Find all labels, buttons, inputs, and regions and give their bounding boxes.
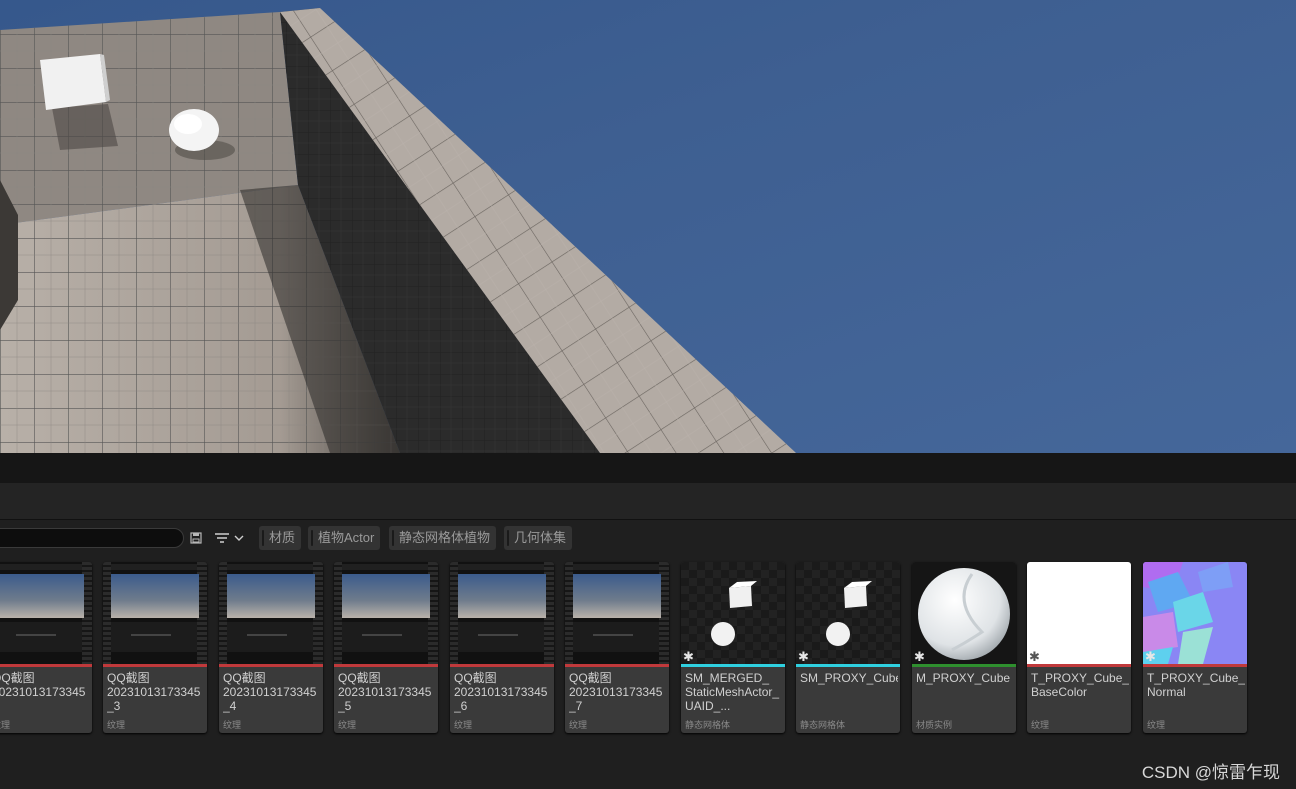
- asset-tile[interactable]: ✱ SM_MERGED_ StaticMeshActor_ UAID_... 静…: [681, 562, 785, 733]
- asset-name: QQ截图 20231013173345 _4: [223, 671, 317, 713]
- asset-thumbnail: [103, 562, 207, 664]
- asset-type-line: [219, 664, 323, 667]
- asset-tile[interactable]: QQ截图 20231013173345 纹理: [0, 562, 92, 733]
- asset-tile[interactable]: QQ截图 20231013173345 _3 纹理: [103, 562, 207, 733]
- asset-type-line: [450, 664, 554, 667]
- asset-tile[interactable]: QQ截图 20231013173345 _7 纹理: [565, 562, 669, 733]
- asset-type: 纹理: [338, 720, 357, 730]
- asset-type: 纹理: [0, 720, 11, 730]
- asset-type-line: [1027, 664, 1131, 667]
- asset-name: QQ截图 20231013173345 _5: [338, 671, 432, 713]
- filter-chip-material[interactable]: 材质: [259, 526, 302, 550]
- asset-type-line: [334, 664, 438, 667]
- asset-thumbnail: [1027, 562, 1131, 664]
- asset-type: 纹理: [569, 720, 588, 730]
- asset-type-line: [1143, 664, 1247, 667]
- asset-type: 材质实例: [916, 720, 953, 730]
- asset-name: QQ截图 20231013173345 _7: [569, 671, 663, 713]
- asset-dirty-icon: ✱: [914, 649, 925, 664]
- asset-name: SM_MERGED_ StaticMeshActor_ UAID_...: [685, 671, 780, 713]
- asset-thumbnail: [450, 562, 554, 664]
- asset-thumbnail: [681, 562, 785, 664]
- asset-name: M_PROXY_Cube: [916, 671, 1011, 685]
- search-box[interactable]: [0, 528, 184, 548]
- asset-type: 纹理: [223, 720, 242, 730]
- save-icon[interactable]: [187, 529, 205, 547]
- filter-chip-foliage-actor[interactable]: 植物Actor: [308, 526, 381, 550]
- asset-thumbnail: [0, 562, 92, 664]
- asset-tile[interactable]: ✱ SM_PROXY_Cube 静态网格体: [796, 562, 900, 733]
- asset-type-line: [912, 664, 1016, 667]
- asset-thumbnail: [912, 562, 1016, 664]
- asset-type-line: [103, 664, 207, 667]
- watermark: CSDN @惊雷乍现: [1141, 763, 1280, 782]
- asset-dirty-icon: ✱: [683, 649, 694, 664]
- asset-type: 纹理: [1031, 720, 1050, 730]
- asset-type: 静态网格体: [685, 720, 731, 730]
- asset-name: T_PROXY_Cube_ Normal: [1147, 671, 1245, 699]
- asset-type: 纹理: [107, 720, 126, 730]
- content-browser-header: [0, 483, 1296, 520]
- asset-grid: QQ截图 20231013173345 纹理 QQ截图 202310131733…: [0, 556, 1296, 789]
- filter-icon[interactable]: [212, 529, 246, 547]
- asset-type-line: [796, 664, 900, 667]
- level-viewport[interactable]: [0, 0, 1296, 453]
- asset-type: 静态网格体: [800, 720, 846, 730]
- asset-tile[interactable]: ✱ M_PROXY_Cube 材质实例: [912, 562, 1016, 733]
- asset-tile[interactable]: ✱ T_PROXY_Cube_ BaseColor 纹理: [1027, 562, 1131, 733]
- panel-divider: [0, 453, 1296, 483]
- asset-name: QQ截图 20231013173345 _3: [107, 671, 201, 713]
- asset-type-line: [681, 664, 785, 667]
- asset-thumbnail: [1143, 562, 1247, 664]
- asset-name: QQ截图 20231013173345: [0, 671, 86, 699]
- asset-name: SM_PROXY_Cube: [800, 671, 898, 685]
- asset-type: 纹理: [1147, 720, 1166, 730]
- asset-name: T_PROXY_Cube_ BaseColor: [1031, 671, 1129, 699]
- asset-tile[interactable]: QQ截图 20231013173345 _6 纹理: [450, 562, 554, 733]
- asset-thumbnail: [796, 562, 900, 664]
- filter-chip-geometry-collection[interactable]: 几何体集: [504, 526, 573, 550]
- asset-thumbnail: [334, 562, 438, 664]
- asset-type-line: [565, 664, 669, 667]
- content-browser-toolbar: 材质 植物Actor 静态网格体植物 几何体集: [0, 520, 1296, 556]
- filter-chip-static-mesh-foliage[interactable]: 静态网格体植物: [389, 526, 497, 550]
- asset-tile[interactable]: ✱ T_PROXY_Cube_ Normal 纹理: [1143, 562, 1247, 733]
- asset-tile[interactable]: QQ截图 20231013173345 _5 纹理: [334, 562, 438, 733]
- asset-dirty-icon: ✱: [1029, 649, 1040, 664]
- asset-thumbnail: [565, 562, 669, 664]
- asset-name: QQ截图 20231013173345 _6: [454, 671, 548, 713]
- asset-thumbnail: [219, 562, 323, 664]
- asset-dirty-icon: ✱: [1145, 649, 1156, 664]
- asset-type-line: [0, 664, 92, 667]
- asset-dirty-icon: ✱: [798, 649, 809, 664]
- asset-type: 纹理: [454, 720, 473, 730]
- scene-render: [0, 8, 796, 453]
- asset-tile[interactable]: QQ截图 20231013173345 _4 纹理: [219, 562, 323, 733]
- search-input[interactable]: [0, 529, 183, 547]
